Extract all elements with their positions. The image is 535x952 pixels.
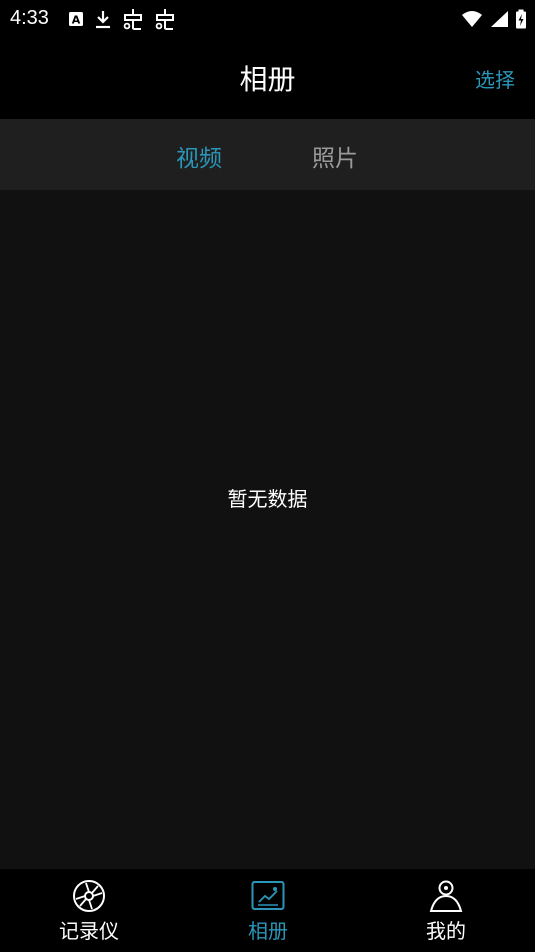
wifi-icon [462, 11, 482, 27]
bottom-nav: 记录仪 相册 我的 [0, 869, 535, 952]
svg-text:A: A [72, 14, 81, 27]
download-icon [96, 11, 110, 29]
nav-item-album[interactable]: 相册 [208, 879, 328, 949]
cellular-signal-icon [491, 11, 508, 27]
album-image-icon [251, 881, 285, 910]
status-bar: 4:33 A [0, 0, 535, 38]
header: 相册 选择 [0, 38, 535, 118]
accessibility-a-icon: A [69, 12, 83, 27]
person-icon [429, 880, 463, 912]
select-button[interactable]: 选择 [475, 64, 515, 93]
nav-item-mine[interactable]: 我的 [386, 879, 506, 949]
page-title: 相册 [239, 63, 296, 96]
content-area: 暂无数据 [0, 190, 535, 869]
nav-label-album: 相册 [248, 919, 288, 943]
battery-charging-icon [516, 9, 526, 29]
tab-video[interactable]: 视频 [176, 139, 222, 173]
nav-label-mine: 我的 [426, 919, 466, 943]
nav-item-recorder[interactable]: 记录仪 [29, 879, 149, 949]
bug-icon [123, 9, 142, 30]
tab-photo[interactable]: 照片 [312, 139, 358, 173]
status-time: 4:33 [10, 7, 49, 29]
status-icons-left: A [68, 6, 176, 32]
nav-label-recorder: 记录仪 [59, 919, 119, 943]
bug-icon [155, 9, 174, 30]
camera-aperture-icon [73, 880, 105, 912]
tabs-bar: 视频 照片 [0, 119, 535, 190]
status-icons-right [461, 6, 527, 32]
empty-state-text: 暂无数据 [227, 487, 308, 511]
